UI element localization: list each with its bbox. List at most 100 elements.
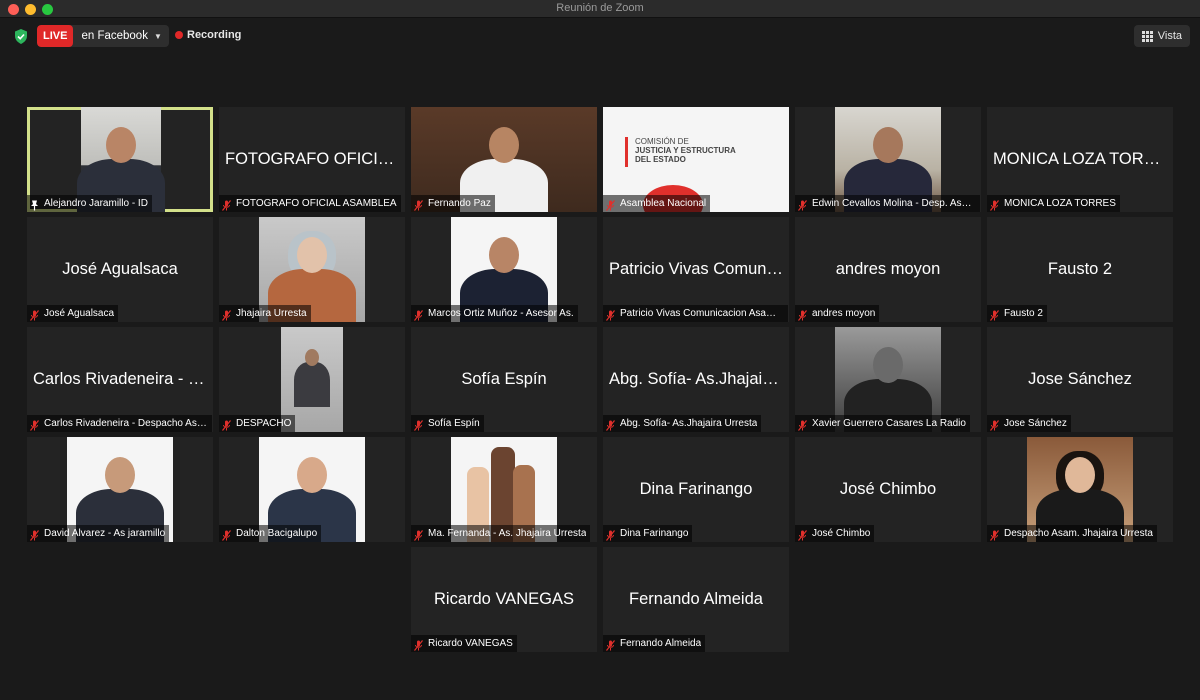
participant-name: Xavier Guerrero Casares La Radio	[812, 418, 966, 429]
participant-tile[interactable]: andres moyon andres moyon	[795, 217, 981, 322]
participant-tile[interactable]: Dina Farinango Dina Farinango	[603, 437, 789, 542]
participant-name: Despacho Asam. Jhajaira Urresta	[1004, 528, 1153, 539]
participant-name: Alejandro Jaramillo - ID	[44, 198, 148, 209]
participant-name-label: Xavier Guerrero Casares La Radio	[795, 415, 970, 432]
participant-tile[interactable]: Xavier Guerrero Casares La Radio	[795, 327, 981, 432]
participant-name-label: Alejandro Jaramillo - ID	[27, 195, 152, 212]
participant-name-label: Fernando Almeida	[603, 635, 706, 652]
participant-display-name: Carlos Rivadeneira - Despacho	[33, 370, 207, 388]
muted-mic-icon	[990, 528, 999, 541]
participant-name: MONICA LOZA TORRES	[1004, 198, 1116, 209]
participant-tile[interactable]: Alejandro Jaramillo - ID	[27, 107, 213, 212]
participant-tile[interactable]: Jose Sánchez Jose Sánchez	[987, 327, 1173, 432]
participant-tile[interactable]: Ricardo VANEGAS Ricardo VANEGAS	[411, 547, 597, 652]
muted-mic-icon	[798, 308, 807, 321]
muted-mic-icon	[606, 198, 615, 211]
participant-tile[interactable]: Ma. Fernanda - As. Jhajaira Urresta	[411, 437, 597, 542]
participant-display-name: FOTOGRAFO OFICIAL ASAMBLEA	[225, 150, 399, 168]
participant-name: Patricio Vivas Comunicacion Asamblea	[620, 308, 784, 319]
muted-mic-icon	[222, 308, 231, 321]
participant-name-label: Abg. Sofía- As.Jhajaira Urresta	[603, 415, 762, 432]
participant-tile[interactable]: Fernando Almeida Fernando Almeida	[603, 547, 789, 652]
participant-tile[interactable]: Abg. Sofía- As.Jhajaira Urresta Abg. Sofí…	[603, 327, 789, 432]
participant-tile[interactable]: MONICA LOZA TORRES MONICA LOZA TORRES	[987, 107, 1173, 212]
participant-tile[interactable]: Marcos Ortiz Muñoz - Asesor As.	[411, 217, 597, 322]
participant-name: Jose Sánchez	[1004, 418, 1067, 429]
view-label: Vista	[1157, 30, 1182, 42]
participant-name-label: DESPACHO	[219, 415, 296, 432]
participant-name: Ricardo VANEGAS	[428, 638, 513, 649]
participant-display-name: Ricardo VANEGAS	[434, 590, 574, 608]
participant-tile[interactable]: Fausto 2 Fausto 2	[987, 217, 1173, 322]
shield-icon[interactable]	[14, 29, 28, 44]
live-stream-dropdown[interactable]: LIVE en Facebook ▼	[37, 25, 169, 47]
participant-name: Asamblea Nacional	[620, 198, 707, 209]
participant-display-name: José Chimbo	[839, 480, 937, 498]
participant-tile[interactable]: Carlos Rivadeneira - Despacho Carlos Riva…	[27, 327, 213, 432]
participant-tile[interactable]: Edwin Cevallos Molina - Desp. Asambleíst…	[795, 107, 981, 212]
participant-name-label: andres moyon	[795, 305, 880, 322]
participant-name: Fernando Almeida	[620, 638, 702, 649]
participant-name-label: MONICA LOZA TORRES	[987, 195, 1120, 212]
muted-mic-icon	[222, 198, 231, 211]
participant-name-label: Fausto 2	[987, 305, 1047, 322]
participant-display-name: MONICA LOZA TORRES	[993, 150, 1167, 168]
participant-name-label: Marcos Ortiz Muñoz - Asesor As.	[411, 305, 578, 322]
recording-indicator[interactable]: Recording	[175, 29, 241, 41]
participant-tile[interactable]: Patricio Vivas Comunicacion Patricio Viva…	[603, 217, 789, 322]
participant-tile[interactable]: José Chimbo José Chimbo	[795, 437, 981, 542]
participant-name-label: Patricio Vivas Comunicacion Asamblea	[603, 305, 788, 322]
muted-mic-icon	[990, 418, 999, 431]
participant-name-label: Dalton Bacigalupo	[219, 525, 322, 542]
muted-mic-icon	[30, 528, 39, 541]
participant-display-name: Jose Sánchez	[1028, 370, 1132, 388]
participant-display-name: andres moyon	[835, 260, 941, 278]
participant-name: Ma. Fernanda - As. Jhajaira Urresta	[428, 528, 587, 539]
slide-line-3: DEL ESTADO	[635, 155, 686, 164]
participant-display-name: Fausto 2	[1047, 260, 1113, 278]
participant-tile[interactable]: José Agualsaca José Agualsaca	[27, 217, 213, 322]
participant-name: Abg. Sofía- As.Jhajaira Urresta	[620, 418, 758, 429]
window-title: Reunión de Zoom	[556, 2, 644, 14]
participant-display-name: Patricio Vivas Comunicacion	[609, 260, 783, 278]
participant-name-label: David Alvarez - As jaramillo	[27, 525, 170, 542]
participant-name-label: Jhajaira Urresta	[219, 305, 311, 322]
pin-icon	[30, 198, 39, 211]
muted-mic-icon	[606, 418, 615, 431]
participant-tile[interactable]: DESPACHO	[219, 327, 405, 432]
muted-mic-icon	[990, 198, 999, 211]
live-target-label: en Facebook	[81, 30, 148, 42]
participant-name-label: Sofía Espín	[411, 415, 484, 432]
window-titlebar: Reunión de Zoom	[0, 0, 1200, 18]
live-badge: LIVE	[37, 25, 74, 47]
muted-mic-icon	[798, 198, 807, 211]
participant-name-label: Asamblea Nacional	[603, 195, 711, 212]
participant-tile[interactable]: Dalton Bacigalupo	[219, 437, 405, 542]
participant-tile[interactable]: Jhajaira Urresta	[219, 217, 405, 322]
participant-name: Jhajaira Urresta	[236, 308, 307, 319]
participant-tile[interactable]: Fernando Paz	[411, 107, 597, 212]
muted-mic-icon	[798, 418, 807, 431]
muted-mic-icon	[30, 418, 39, 431]
muted-mic-icon	[414, 638, 423, 651]
muted-mic-icon	[798, 528, 807, 541]
participant-name-label: Despacho Asam. Jhajaira Urresta	[987, 525, 1157, 542]
participant-name: andres moyon	[812, 308, 876, 319]
muted-mic-icon	[606, 308, 615, 321]
participant-tile[interactable]: COMISIÓN DE JUSTICIA Y ESTRUCTURA DEL ESTA…	[603, 107, 789, 212]
participant-name: Sofía Espín	[428, 418, 480, 429]
participant-tile[interactable]: Sofía Espín Sofía Espín	[411, 327, 597, 432]
participant-name: José Chimbo	[812, 528, 871, 539]
participant-name: Carlos Rivadeneira - Despacho Asambleíst…	[44, 418, 208, 429]
participant-tile[interactable]: David Alvarez - As jaramillo	[27, 437, 213, 542]
view-button[interactable]: Vista	[1133, 25, 1190, 47]
participant-tile[interactable]: FOTOGRAFO OFICIAL ASAMBLEA FOTOGRAFO OFIC…	[219, 107, 405, 212]
muted-mic-icon	[414, 198, 423, 211]
participant-name-label: Dina Farinango	[603, 525, 693, 542]
participant-tile[interactable]: Despacho Asam. Jhajaira Urresta	[987, 437, 1173, 542]
participant-name-label: José Chimbo	[795, 525, 875, 542]
slide-line-2: JUSTICIA Y ESTRUCTURA	[635, 146, 736, 155]
participant-name: Edwin Cevallos Molina - Desp. Asambleíst…	[812, 198, 976, 209]
participant-name-label: Ma. Fernanda - As. Jhajaira Urresta	[411, 525, 591, 542]
participant-name-label: José Agualsaca	[27, 305, 119, 322]
